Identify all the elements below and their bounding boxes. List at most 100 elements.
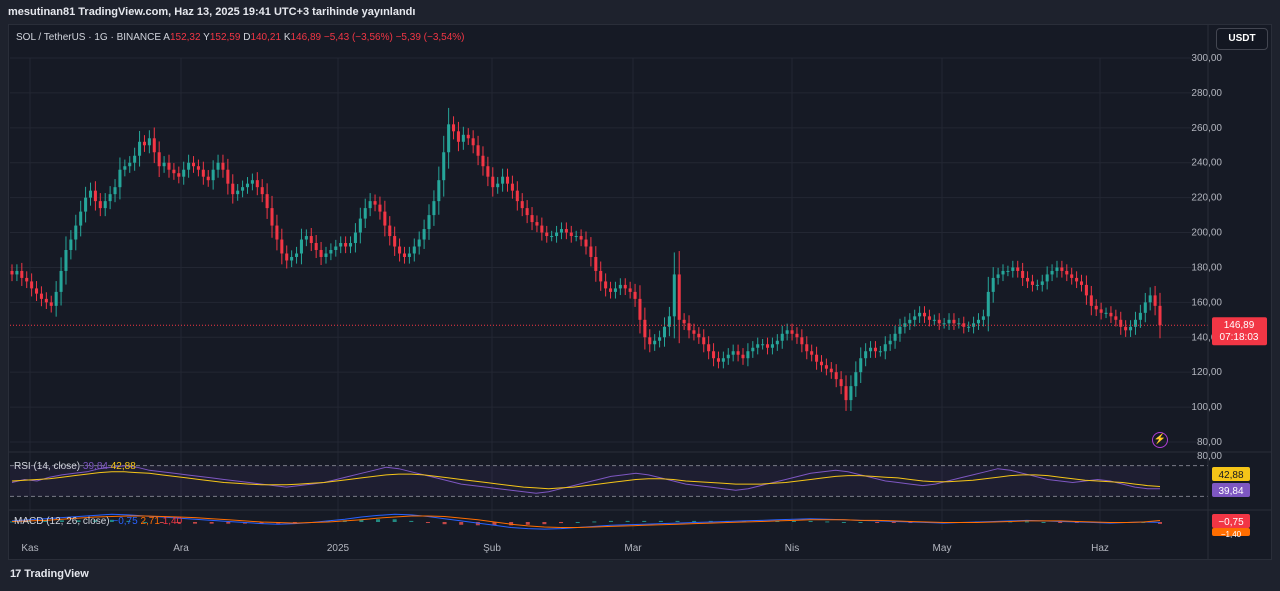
candle-body xyxy=(864,351,868,359)
candle-body xyxy=(932,319,936,321)
candle-body xyxy=(201,169,205,177)
price-tick-label: 300,00 xyxy=(1191,53,1222,64)
rsi-label[interactable]: RSI (14, close) xyxy=(14,461,80,472)
candle-body xyxy=(628,288,632,292)
symbol-name[interactable]: SOL / TetherUS · 1G · BINANCE xyxy=(16,32,161,43)
candle-body xyxy=(702,337,706,345)
candle-body xyxy=(221,162,225,170)
candle-body xyxy=(496,183,500,188)
candle-body xyxy=(1016,267,1020,271)
macd-histogram-bar xyxy=(841,522,846,523)
price-tick-label: 180,00 xyxy=(1191,262,1222,273)
macd-label[interactable]: MACD (12, 26, close) xyxy=(14,516,110,527)
candle-body xyxy=(196,166,200,170)
macd-histogram-bar xyxy=(392,519,397,522)
candle-body xyxy=(35,288,39,294)
candle-body xyxy=(584,239,588,247)
price-tick-label: 120,00 xyxy=(1191,367,1222,378)
symbol-legend: SOL / TetherUS · 1G · BINANCE A152,32 Y1… xyxy=(16,32,465,43)
candle-body xyxy=(299,239,303,254)
candle-body xyxy=(540,225,544,233)
candle-body xyxy=(422,229,426,240)
low-value: 140,21 xyxy=(250,32,282,43)
candle-body xyxy=(128,162,132,167)
candle-body xyxy=(167,162,171,170)
currency-button[interactable]: USDT xyxy=(1216,28,1268,50)
candle-body xyxy=(339,243,343,247)
candle-body xyxy=(1109,312,1113,317)
candle-body xyxy=(456,131,460,142)
candle-body xyxy=(623,284,627,289)
candle-body xyxy=(599,270,603,282)
candle-body xyxy=(564,229,568,233)
candle-body xyxy=(84,197,88,212)
macd-histogram-bar xyxy=(193,522,198,524)
candle-body xyxy=(108,194,112,202)
candle-body xyxy=(766,344,770,348)
candle-body xyxy=(653,340,657,345)
tradingview-logo-icon[interactable]: 17 xyxy=(10,568,21,580)
candle-body xyxy=(741,354,745,359)
candle-body xyxy=(800,337,804,345)
candle-body xyxy=(530,215,534,223)
x-axis-label: Ara xyxy=(173,543,189,554)
candle-body xyxy=(255,180,259,188)
macd-histogram-bar xyxy=(825,521,830,523)
candle-body xyxy=(721,358,725,362)
candle-body xyxy=(726,354,730,359)
price-tick-label: 80,00 xyxy=(1197,437,1222,448)
candle-body xyxy=(476,145,480,156)
macd-histogram-bar xyxy=(891,522,896,523)
candle-body xyxy=(1119,319,1123,327)
candle-body xyxy=(893,333,897,341)
x-axis-label: Mar xyxy=(624,543,642,554)
candle-body xyxy=(1133,319,1137,327)
rsi-top-tick: 80,00 xyxy=(1197,451,1222,462)
candle-body xyxy=(393,236,397,247)
lightning-icon[interactable]: ⚡ xyxy=(1152,432,1168,448)
candle-body xyxy=(432,201,436,216)
candle-body xyxy=(604,281,608,289)
candle-body xyxy=(937,319,941,324)
candle-body xyxy=(280,239,284,254)
price-tick-label: 280,00 xyxy=(1191,88,1222,99)
macd-histogram-bar xyxy=(875,522,880,523)
candle-body xyxy=(398,246,402,254)
candle-body xyxy=(79,211,83,226)
candle-body xyxy=(520,201,524,209)
high-label: Y xyxy=(203,32,210,43)
candle-body xyxy=(613,288,617,292)
candle-body xyxy=(113,187,117,195)
candle-body xyxy=(486,166,490,177)
candle-body xyxy=(388,225,392,237)
candle-body xyxy=(407,253,411,257)
candle-body xyxy=(991,277,995,292)
candle-body xyxy=(697,333,701,338)
macd-histogram-bar xyxy=(625,520,630,522)
chart-canvas[interactable]: 300,00 280,00 260,00 240,00 220,00 200,00 180,… xyxy=(0,0,1280,591)
candle-body xyxy=(775,340,779,345)
candle-body xyxy=(1089,295,1093,306)
candle-body xyxy=(927,316,931,320)
open-value: 152,32 xyxy=(169,32,201,43)
macd-histogram-bar xyxy=(642,520,647,522)
candle-body xyxy=(844,386,848,401)
candle-body xyxy=(481,155,485,167)
candle-body xyxy=(162,162,166,167)
candle-body xyxy=(15,270,19,275)
candle-body xyxy=(25,277,29,282)
footer-brand[interactable]: TradingView xyxy=(24,568,89,580)
candle-body xyxy=(712,351,716,359)
candle-body xyxy=(1138,312,1142,320)
candle-body xyxy=(192,162,196,167)
candle-body xyxy=(59,270,63,292)
candle-body xyxy=(152,138,156,153)
candle-body xyxy=(1148,295,1152,303)
candle-body xyxy=(74,225,78,240)
candle-body xyxy=(260,187,264,195)
candle-body xyxy=(123,166,127,170)
candle-body xyxy=(1045,274,1049,282)
candle-body xyxy=(442,152,446,181)
candle-body xyxy=(898,326,902,334)
candle-body xyxy=(873,347,877,352)
